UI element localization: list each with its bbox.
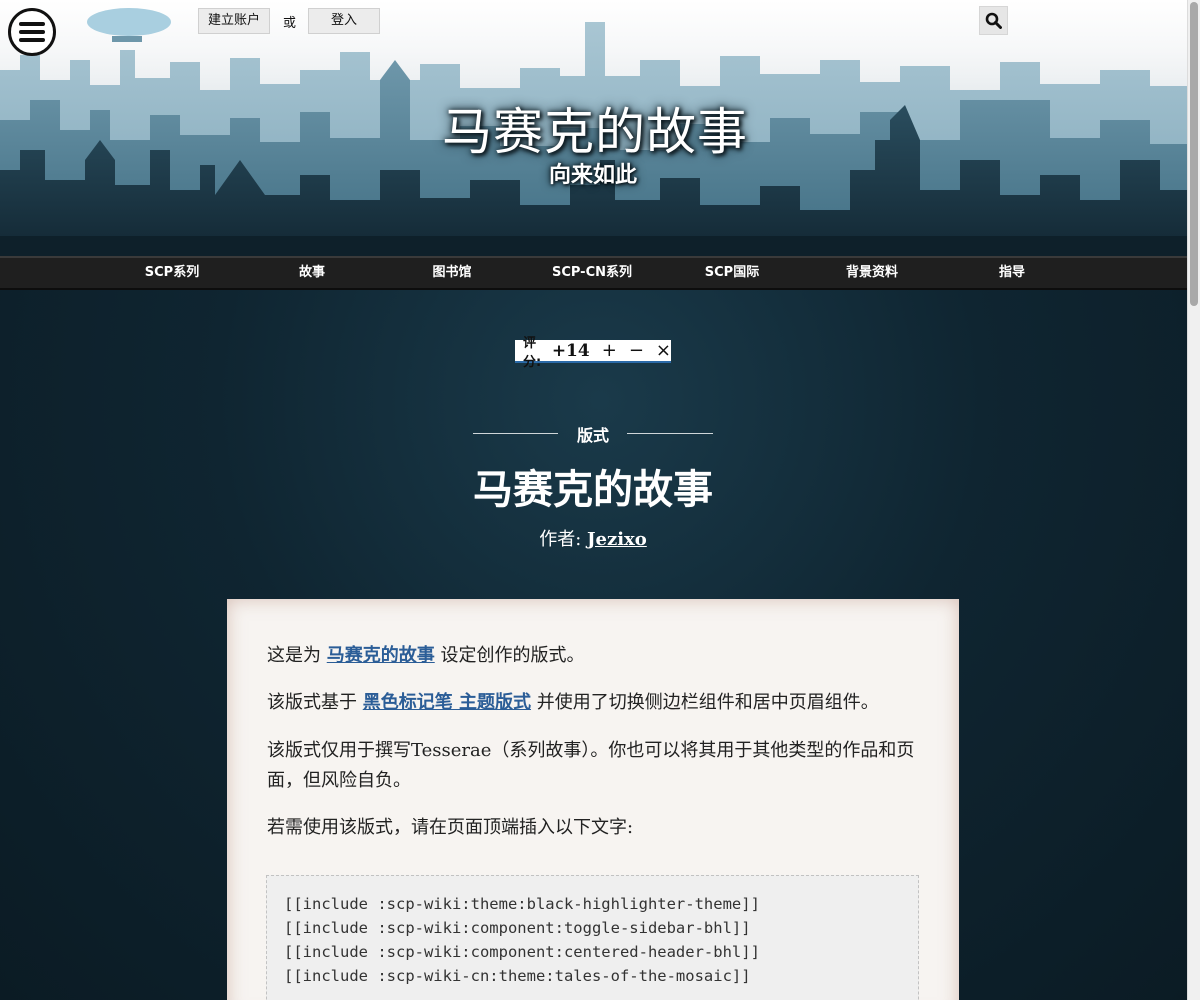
page-title: 马赛克的故事	[473, 466, 713, 513]
tales-of-the-mosaic-link[interactable]: 马赛克的故事	[327, 645, 435, 666]
black-highlighter-theme-link[interactable]: 黑色标记笔 主题版式	[363, 692, 531, 713]
code-line: [[include :scp-wiki:component:toggle-sid…	[284, 919, 751, 937]
author-prefix: 作者:	[539, 529, 582, 550]
code-block: [[include :scp-wiki:theme:black-highligh…	[266, 875, 919, 1000]
cancel-vote-button[interactable]: ×	[656, 341, 671, 360]
code-line: [[include :scp-wiki-cn:theme:tales-of-th…	[284, 967, 751, 985]
code-line: [[include :scp-wiki:theme:black-highligh…	[284, 895, 760, 913]
nav-item-scp-cn-series[interactable]: SCP-CN系列	[522, 258, 662, 288]
menu-button[interactable]	[8, 8, 56, 56]
code-line: [[include :scp-wiki:component:centered-h…	[284, 943, 760, 961]
category-label: 版式	[576, 426, 609, 445]
nav-item-background[interactable]: 背景资料	[802, 258, 942, 288]
byline: 作者: Jezixo	[0, 525, 1186, 551]
based-on-paragraph: 该版式基于 黑色标记笔 主题版式 并使用了切换侧边栏组件和居中页眉组件。	[267, 692, 879, 713]
content-card: 这是为 马赛克的故事 设定创作的版式。 该版式基于 黑色标记笔 主题版式 并使用…	[227, 599, 959, 1000]
nav-item-scp-international[interactable]: SCP国际	[662, 258, 802, 288]
login-status: 建立账户 或 登入	[198, 8, 381, 34]
or-text: 或	[283, 15, 297, 31]
search-icon	[985, 12, 1002, 29]
nav-item-library[interactable]: 图书馆	[382, 258, 522, 288]
rating-module: 评分: +14 + − ×	[515, 336, 671, 370]
hamburger-icon	[19, 22, 45, 42]
author-link[interactable]: Jezixo	[587, 529, 647, 550]
rating-value: +14	[551, 340, 590, 361]
create-account-button[interactable]: 建立账户	[198, 8, 270, 34]
scrollbar-thumb[interactable]	[1190, 2, 1198, 306]
downvote-button[interactable]: −	[629, 341, 644, 360]
nav-item-tales[interactable]: 故事	[242, 258, 382, 288]
usage-paragraph: 该版式仅用于撰写Tesserae（系列故事）。你也可以将其用于其他类型的作品和页…	[267, 740, 915, 791]
site-header: 建立账户 或 登入 马赛克的故事 向来如此	[0, 0, 1200, 256]
top-navigation: SCP系列 故事 图书馆 SCP-CN系列 SCP国际 背景资料 指导	[0, 256, 1187, 290]
nav-item-guide[interactable]: 指导	[942, 258, 1082, 288]
site-subtitle: 向来如此	[548, 163, 637, 188]
nav-item-scp-series[interactable]: SCP系列	[102, 258, 242, 288]
search-button[interactable]	[979, 6, 1008, 35]
sign-in-button[interactable]: 登入	[308, 8, 381, 34]
intro-paragraph: 这是为 马赛克的故事 设定创作的版式。	[267, 645, 585, 666]
upvote-button[interactable]: +	[602, 341, 617, 360]
rating-label: 评分:	[523, 335, 542, 370]
instructions-paragraph: 若需使用该版式，请在页面顶端插入以下文字:	[267, 817, 634, 838]
site-title[interactable]: 马赛克的故事	[0, 92, 1190, 164]
